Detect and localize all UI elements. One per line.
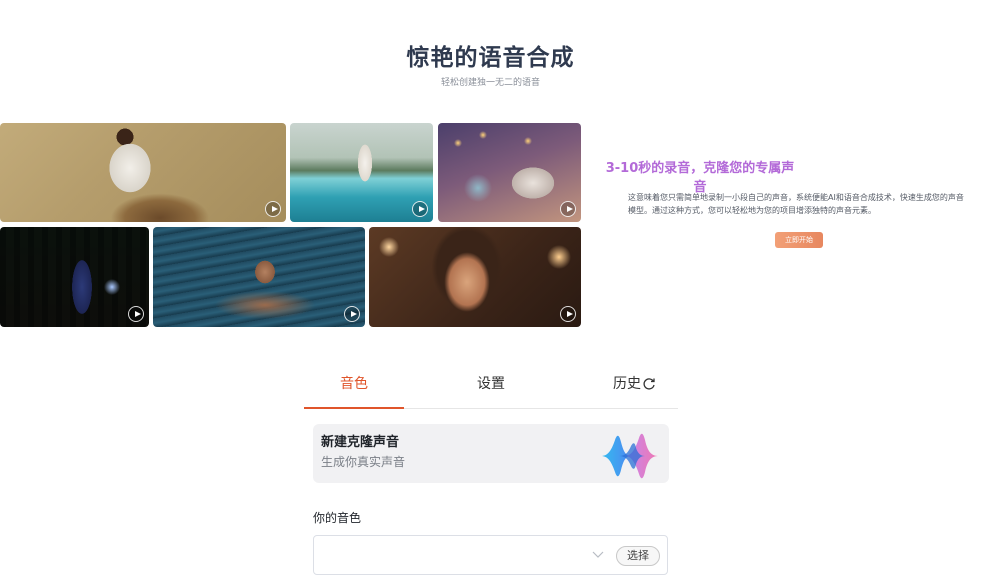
- play-icon[interactable]: [265, 201, 281, 217]
- clone-card-title: 新建克隆声音: [321, 435, 400, 450]
- video-thumbnail-woman-lion[interactable]: [0, 123, 286, 222]
- tab-history-label: 历史: [613, 376, 641, 392]
- new-clone-voice-card[interactable]: 新建克隆声音 生成你真实声音: [313, 424, 669, 483]
- refresh-icon[interactable]: [642, 377, 656, 391]
- hero-title: 惊艳的语音合成: [406, 45, 575, 71]
- play-icon[interactable]: [560, 306, 576, 322]
- select-button[interactable]: 选择: [616, 546, 660, 566]
- your-voice-label: 你的音色: [313, 511, 362, 525]
- active-tab-underline: [304, 407, 404, 409]
- play-icon[interactable]: [560, 201, 576, 217]
- tab-bar: 音色 设置 历史: [304, 370, 678, 409]
- tab-settings-label: 设置: [477, 376, 505, 392]
- tab-voice-label: 音色: [340, 376, 368, 392]
- promo-title: 3-10秒的录音，克隆您的专属声音: [605, 161, 795, 195]
- start-now-button[interactable]: 立即开始: [775, 232, 823, 248]
- play-icon[interactable]: [128, 306, 144, 322]
- play-icon[interactable]: [412, 201, 428, 217]
- tab-voice[interactable]: 音色: [304, 370, 404, 409]
- promo-description: 这意味着您只需简单地录制一小段自己的声音，系统便能AI和语音合成技术，快速生成您…: [628, 193, 964, 215]
- chevron-down-icon[interactable]: [592, 550, 604, 560]
- sound-wave-icon: [601, 433, 659, 479]
- video-thumbnail-woman-face[interactable]: [369, 227, 581, 327]
- video-thumbnail-dragon-toys[interactable]: [438, 123, 581, 222]
- video-thumbnail-pool[interactable]: [290, 123, 433, 222]
- clone-card-subtitle: 生成你真实声音: [321, 455, 406, 469]
- voice-select-field[interactable]: 选择: [313, 535, 668, 575]
- video-thumbnail-man-water[interactable]: [153, 227, 365, 327]
- video-thumbnail-witch[interactable]: [0, 227, 149, 327]
- hero-subtitle: 轻松创建独一无二的语音: [440, 78, 540, 88]
- play-icon[interactable]: [344, 306, 360, 322]
- tab-settings[interactable]: 设置: [441, 370, 541, 408]
